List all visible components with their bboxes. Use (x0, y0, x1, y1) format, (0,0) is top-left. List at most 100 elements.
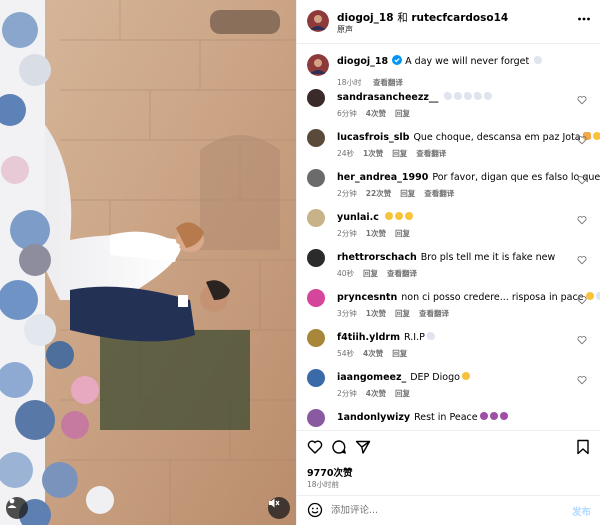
like-count[interactable]: 9770次赞 (307, 465, 352, 479)
devil-emoji-icon (499, 412, 508, 420)
comment-like-heart-icon[interactable] (577, 135, 587, 145)
comment-meta: 3分钟 1次赞 回复 查看翻译 (337, 308, 458, 319)
comment-meta: 6分钟 4次赞 回复 (337, 108, 419, 119)
collab-users: diogoj_18 和 rutecfcardoso14 (337, 10, 508, 25)
share-icon[interactable] (355, 439, 371, 455)
commenter-avatar[interactable] (307, 249, 325, 267)
face-emoji-icon (394, 212, 403, 220)
emoji-smiley-icon[interactable] (307, 502, 323, 518)
author-username[interactable]: diogoj_18 (337, 12, 394, 24)
collaborator-username[interactable]: rutecfcardoso14 (411, 12, 508, 24)
reply-button[interactable]: 回复 (363, 269, 378, 278)
commenter-avatar[interactable] (307, 89, 325, 107)
translate-link[interactable]: 查看翻译 (424, 189, 454, 198)
comment-item: iaangomeez_ DEP Diogo 2分钟 4次赞 回复 (307, 369, 597, 405)
commenter-username[interactable]: 1andonlywizy (337, 412, 410, 423)
add-comment-input[interactable] (331, 502, 551, 518)
avatar-image (307, 10, 329, 32)
dove-emoji-icon (426, 332, 435, 340)
face-emoji-icon (461, 372, 470, 380)
heart-icon[interactable] (307, 439, 323, 455)
post-header: diogoj_18 和 rutecfcardoso14 原声 (297, 0, 600, 44)
comment-time: 2分钟 (337, 229, 357, 238)
commenter-avatar[interactable] (307, 329, 325, 347)
comment-like-count[interactable]: 1次赞 (363, 149, 383, 158)
reply-button[interactable]: 回复 (395, 109, 410, 118)
comment-like-count[interactable]: 22次赞 (366, 189, 391, 198)
translate-link[interactable]: 查看翻译 (387, 269, 417, 278)
reply-button[interactable]: 回复 (392, 149, 407, 158)
reply-button[interactable]: 回复 (395, 389, 410, 398)
comment-like-count[interactable]: 1次赞 (366, 309, 386, 318)
comment-like-heart-icon[interactable] (577, 255, 587, 265)
commenter-username[interactable]: pryncesntn (337, 292, 397, 303)
comment-like-heart-icon[interactable] (577, 335, 587, 345)
caption-translate-link[interactable]: 查看翻译 (373, 78, 403, 87)
comment-like-heart-icon[interactable] (577, 375, 587, 385)
comment-like-heart-icon[interactable] (577, 295, 587, 305)
reply-button[interactable]: 回复 (400, 189, 415, 198)
comment-text: 1andonlywizy Rest in Peace (337, 412, 508, 424)
translate-link[interactable]: 查看翻译 (419, 309, 449, 318)
comment-like-count[interactable]: 4次赞 (366, 109, 386, 118)
commenter-username[interactable]: f4tiih.yldrm (337, 332, 400, 343)
caption-time: 18小时 (337, 78, 362, 87)
commenter-avatar[interactable] (307, 129, 325, 147)
post-side-panel: diogoj_18 和 rutecfcardoso14 原声 diogoj_18… (296, 0, 600, 525)
author-avatar[interactable] (307, 10, 329, 32)
comment-meta: 24秒 1次赞 回复 查看翻译 (337, 148, 455, 159)
commenter-username[interactable]: lucasfrois_slb (337, 132, 409, 143)
commenter-username[interactable]: her_andrea_1990 (337, 172, 428, 183)
translate-link[interactable]: 查看翻译 (416, 149, 446, 158)
reply-button[interactable]: 回复 (392, 349, 407, 358)
comment-text: rhettrorschach Bro pls tell me it is fake… (337, 252, 555, 264)
comment-like-count[interactable]: 4次赞 (363, 349, 383, 358)
speaker-muted-icon (269, 498, 280, 508)
comment-text: f4tiih.yldrm R.I.P (337, 332, 435, 344)
comment-like-heart-icon[interactable] (577, 175, 587, 185)
caption-meta: 18小时 查看翻译 (337, 77, 412, 88)
reply-button[interactable]: 回复 (395, 229, 410, 238)
comment-like-count[interactable]: 1次赞 (366, 229, 386, 238)
comment-icon[interactable] (331, 439, 347, 455)
commenter-avatar[interactable] (307, 409, 325, 427)
commenter-avatar[interactable] (307, 369, 325, 387)
avatar-image (307, 54, 329, 76)
comment-item: rhettrorschach Bro pls tell me it is fake… (307, 249, 597, 285)
comment-item: lucasfrois_slb Que choque, descansa em pa… (307, 129, 600, 165)
bookmark-icon[interactable] (575, 439, 591, 455)
comment-like-heart-icon[interactable] (577, 215, 587, 225)
commenter-avatar[interactable] (307, 289, 325, 307)
more-horizontal-icon[interactable] (577, 12, 591, 26)
post-actions: 9770次赞 18小时前 (297, 430, 600, 490)
mute-button[interactable] (268, 497, 290, 519)
caption-body: A day we will never forget (405, 56, 530, 67)
commenter-username[interactable]: rhettrorschach (337, 252, 417, 263)
original-audio-link[interactable]: 原声 (337, 24, 353, 35)
commenter-username[interactable]: iaangomeez_ (337, 372, 406, 383)
commenter-avatar[interactable] (307, 169, 325, 187)
comment-like-count[interactable]: 4次赞 (366, 389, 386, 398)
comment-text: sandrasancheezz__ (337, 92, 493, 104)
comment-body: R.I.P (404, 332, 425, 343)
dove-emoji-icon (484, 92, 493, 100)
post-caption: diogoj_18 A day we will never forget 18小时… (307, 54, 597, 94)
commenter-avatar[interactable] (307, 209, 325, 227)
caption-username[interactable]: diogoj_18 (337, 56, 388, 67)
comment-time: 6分钟 (337, 109, 357, 118)
post-photo[interactable] (0, 0, 296, 525)
comment-like-heart-icon[interactable] (577, 95, 587, 105)
comment-text: iaangomeez_ DEP Diogo (337, 372, 470, 384)
face-emoji-icon (384, 212, 393, 220)
comment-meta: 2分钟 4次赞 回复 (337, 388, 419, 399)
commenter-username[interactable]: sandrasancheezz__ (337, 92, 438, 103)
comment-text: yunlai.c (337, 212, 413, 224)
commenter-username[interactable]: yunlai.c (337, 212, 379, 223)
comment-time: 54秒 (337, 349, 355, 358)
reply-button[interactable]: 回复 (395, 309, 410, 318)
tagged-users-button[interactable] (6, 497, 28, 519)
comment-body: Por favor, digan que es falso lo que dic… (432, 172, 600, 183)
comments-list[interactable]: diogoj_18 A day we will never forget 18小时… (297, 44, 600, 430)
post-comment-button[interactable]: 发布 (572, 504, 591, 518)
caption-avatar[interactable] (307, 54, 329, 76)
